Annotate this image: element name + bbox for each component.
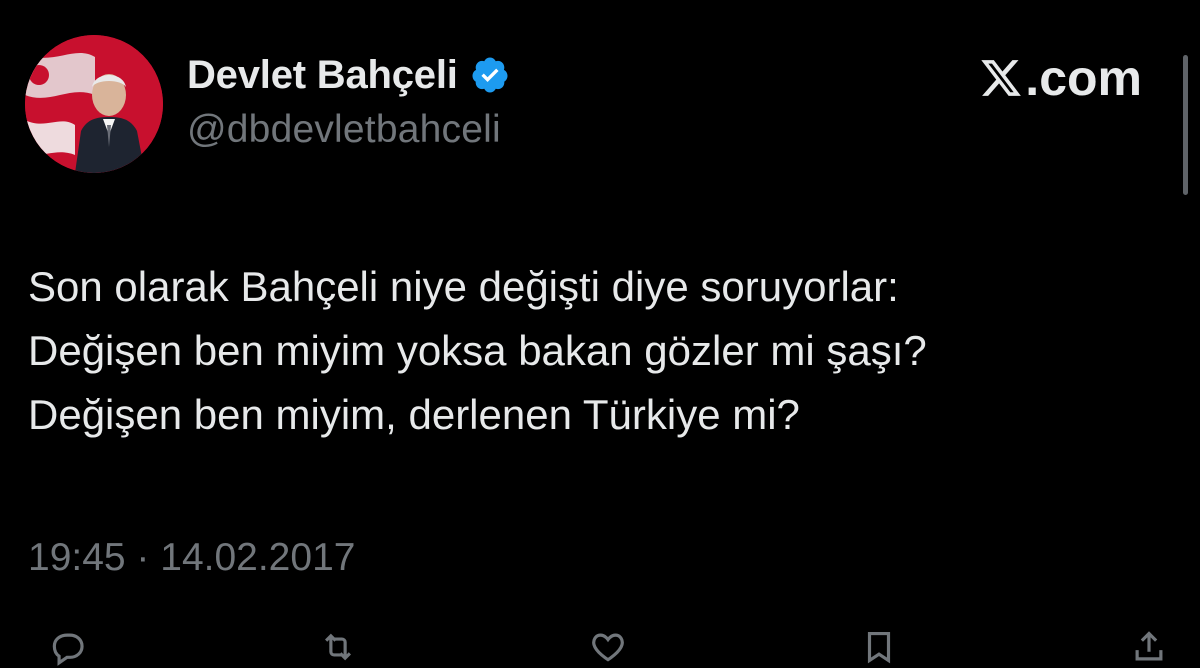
verified-badge-icon	[472, 57, 508, 93]
x-logo-icon	[981, 60, 1022, 96]
author-display-name[interactable]: Devlet Bahçeli	[187, 53, 458, 98]
author-name-row: Devlet Bahçeli	[187, 50, 510, 100]
avatar[interactable]	[25, 35, 163, 173]
tweet-line: Son olarak Bahçeli niye değişti diye sor…	[28, 263, 899, 310]
repost-button[interactable]	[319, 628, 357, 668]
brand-logo: .com	[979, 50, 1142, 106]
repost-icon	[324, 633, 351, 661]
bookmark-icon	[867, 631, 890, 664]
tweet-line: Değişen ben miyim yoksa bakan gözler mi …	[28, 327, 927, 374]
tweet-line: Değişen ben miyim, derlenen Türkiye mi?	[28, 391, 800, 438]
reply-button[interactable]	[48, 628, 86, 668]
bookmark-button[interactable]	[860, 628, 898, 668]
action-bar	[48, 628, 1168, 668]
brand-domain: .com	[1025, 50, 1142, 106]
profile-photo	[25, 35, 163, 173]
share-icon	[1135, 631, 1163, 661]
share-button[interactable]	[1130, 628, 1168, 668]
like-button[interactable]	[589, 628, 627, 668]
tweet-text: Son olarak Bahçeli niye değişti diye sor…	[28, 255, 1178, 447]
tweet-timestamp[interactable]: 19:45 · 14.02.2017	[28, 536, 355, 580]
scrollbar[interactable]	[1183, 55, 1188, 195]
reply-icon	[52, 633, 84, 666]
like-icon	[592, 633, 624, 662]
author-handle[interactable]: @dbdevletbahceli	[187, 108, 501, 152]
